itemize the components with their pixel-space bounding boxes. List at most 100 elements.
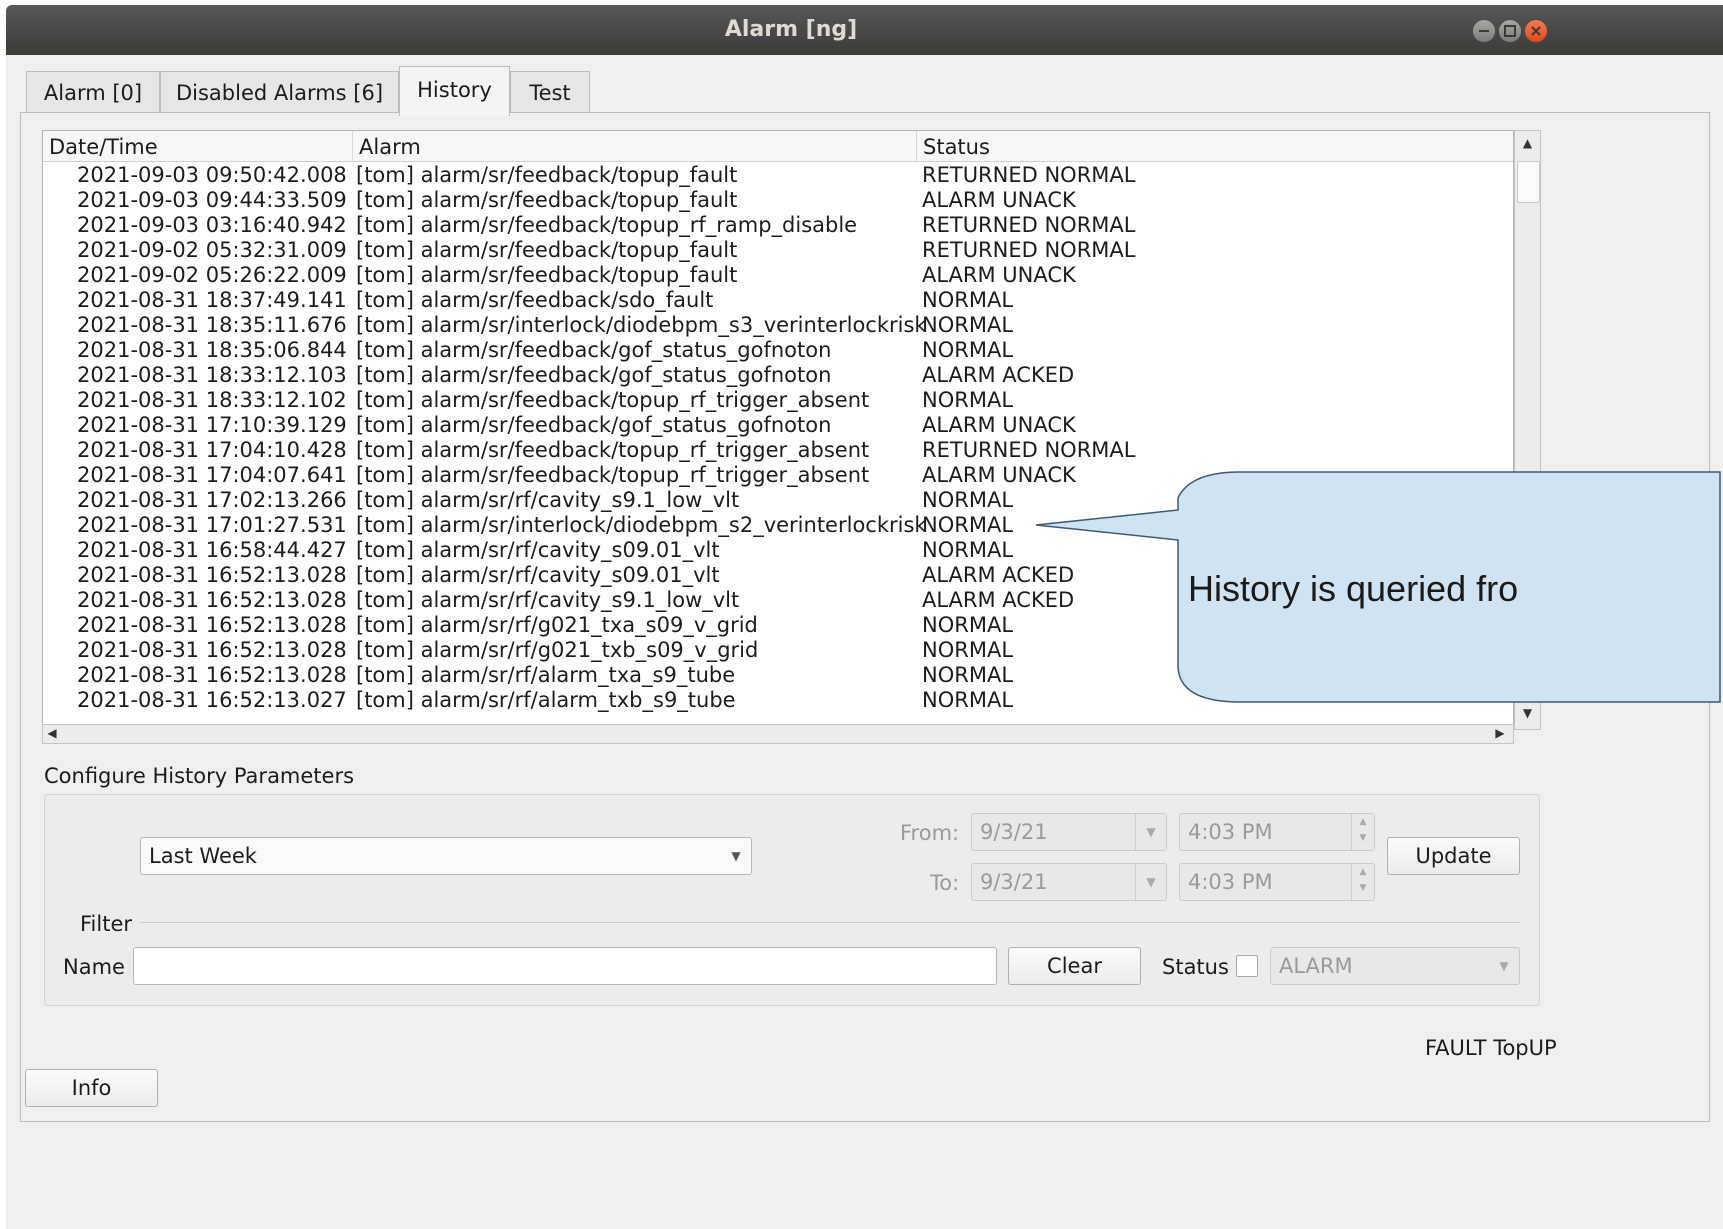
update-button[interactable]: Update — [1387, 837, 1520, 875]
cell-status: NORMAL — [922, 663, 1014, 687]
cell-alarm: [tom] alarm/sr/rf/cavity_s09.01_vlt — [356, 538, 720, 562]
spinner-icon[interactable]: ▲ ▼ — [1351, 814, 1374, 850]
from-label: From: — [900, 821, 960, 845]
cell-datetime: 2021-08-31 17:02:13.266 — [77, 488, 347, 512]
cell-datetime: 2021-08-31 17:10:39.129 — [77, 413, 347, 437]
cell-alarm: [tom] alarm/sr/rf/cavity_s9.1_low_vlt — [356, 488, 740, 512]
table-row[interactable]: 2021-09-03 09:50:42.008 [tom] alarm/sr/fe… — [43, 163, 1513, 188]
cell-alarm: [tom] alarm/sr/rf/g021_txa_s09_v_grid — [356, 613, 758, 637]
cell-alarm: [tom] alarm/sr/feedback/gof_status_gofno… — [356, 363, 832, 387]
cell-status: ALARM UNACK — [922, 413, 1076, 437]
cell-status: NORMAL — [922, 288, 1014, 312]
table-row[interactable]: 2021-08-31 18:37:49.141 [tom] alarm/sr/fe… — [43, 288, 1513, 313]
info-button[interactable]: Info — [25, 1069, 158, 1107]
status-label: Status — [1162, 955, 1229, 979]
maximize-icon[interactable] — [1498, 19, 1522, 43]
scroll-right-icon[interactable]: ▶ — [1491, 723, 1509, 743]
from-time-field[interactable]: 4:03 PM ▲ ▼ — [1179, 813, 1375, 851]
column-header-datetime[interactable]: Date/Time — [43, 131, 353, 161]
cell-alarm: [tom] alarm/sr/feedback/topup_fault — [356, 238, 738, 262]
config-group-title: Configure History Parameters — [44, 764, 355, 788]
table-row[interactable]: 2021-09-03 09:44:33.509 [tom] alarm/sr/fe… — [43, 188, 1513, 213]
close-icon[interactable] — [1524, 19, 1548, 43]
scrollbar-thumb[interactable] — [1517, 161, 1540, 203]
minimize-icon[interactable] — [1472, 19, 1496, 43]
cell-alarm: [tom] alarm/sr/feedback/topup_rf_trigger… — [356, 388, 870, 412]
from-time-value: 4:03 PM — [1188, 820, 1273, 844]
cell-datetime: 2021-08-31 16:52:13.027 — [77, 688, 347, 712]
scroll-left-icon[interactable]: ◀ — [43, 723, 61, 743]
table-row[interactable]: 2021-09-03 03:16:40.942 [tom] alarm/sr/fe… — [43, 213, 1513, 238]
cell-status: NORMAL — [922, 338, 1014, 362]
cell-status: NORMAL — [922, 688, 1014, 712]
cell-datetime: 2021-08-31 16:52:13.028 — [77, 588, 347, 612]
cell-datetime: 2021-08-31 18:35:11.676 — [77, 313, 347, 337]
column-header-status[interactable]: Status — [917, 131, 1513, 161]
filter-divider — [140, 922, 1520, 923]
cell-alarm: [tom] alarm/sr/rf/cavity_s9.1_low_vlt — [356, 588, 740, 612]
cell-status: RETURNED NORMAL — [922, 163, 1136, 187]
cell-status: NORMAL — [922, 313, 1014, 337]
cell-alarm: [tom] alarm/sr/rf/alarm_txa_s9_tube — [356, 663, 736, 687]
table-row[interactable]: 2021-08-31 18:33:12.102 [tom] alarm/sr/fe… — [43, 388, 1513, 413]
status-select[interactable]: ALARM ▼ — [1270, 947, 1520, 985]
cell-status: RETURNED NORMAL — [922, 438, 1136, 462]
name-label: Name — [63, 955, 125, 979]
cell-alarm: [tom] alarm/sr/feedback/gof_status_gofno… — [356, 413, 832, 437]
cell-datetime: 2021-08-31 16:52:13.028 — [77, 663, 347, 687]
to-time-field[interactable]: 4:03 PM ▲ ▼ — [1179, 863, 1375, 901]
tab-history[interactable]: History — [399, 66, 510, 116]
status-checkbox[interactable] — [1236, 955, 1258, 977]
cell-status: RETURNED NORMAL — [922, 238, 1136, 262]
table-row[interactable]: 2021-08-31 17:10:39.129 [tom] alarm/sr/fe… — [43, 413, 1513, 438]
cell-status: NORMAL — [922, 538, 1014, 562]
cell-status: RETURNED NORMAL — [922, 213, 1136, 237]
cell-alarm: [tom] alarm/sr/rf/cavity_s09.01_vlt — [356, 563, 720, 587]
cell-alarm: [tom] alarm/sr/feedback/sdo_fault — [356, 288, 714, 312]
tab-disabled-alarms[interactable]: Disabled Alarms [6] — [160, 71, 399, 113]
tab-alarm[interactable]: Alarm [0] — [26, 71, 160, 113]
cell-datetime: 2021-09-03 09:50:42.008 — [77, 163, 347, 187]
cell-datetime: 2021-08-31 17:04:07.641 — [77, 463, 347, 487]
cell-datetime: 2021-08-31 17:04:10.428 — [77, 438, 347, 462]
status-bar-text: FAULT TopUP — [1425, 1036, 1557, 1060]
table-row[interactable]: 2021-09-02 05:32:31.009 [tom] alarm/sr/fe… — [43, 238, 1513, 263]
clear-button[interactable]: Clear — [1008, 947, 1141, 985]
table-row[interactable]: 2021-08-31 17:04:10.428 [tom] alarm/sr/fe… — [43, 438, 1513, 463]
cell-alarm: [tom] alarm/sr/feedback/topup_rf_trigger… — [356, 438, 870, 462]
period-select[interactable]: Last Week ▼ — [140, 837, 752, 875]
table-row[interactable]: 2021-08-31 18:35:06.844 [tom] alarm/sr/fe… — [43, 338, 1513, 363]
cell-datetime: 2021-08-31 16:52:13.028 — [77, 638, 347, 662]
to-date-field[interactable]: 9/3/21 ▼ — [971, 863, 1167, 901]
cell-datetime: 2021-08-31 18:37:49.141 — [77, 288, 347, 312]
cell-datetime: 2021-08-31 18:33:12.103 — [77, 363, 347, 387]
to-label: To: — [930, 871, 960, 895]
cell-status: NORMAL — [922, 513, 1014, 537]
cell-datetime: 2021-08-31 16:52:13.028 — [77, 563, 347, 587]
cell-datetime: 2021-08-31 18:33:12.102 — [77, 388, 347, 412]
chevron-down-icon: ▼ — [1499, 959, 1509, 973]
table-row[interactable]: 2021-08-31 18:33:12.103 [tom] alarm/sr/fe… — [43, 363, 1513, 388]
cell-alarm: [tom] alarm/sr/feedback/topup_fault — [356, 188, 738, 212]
cell-alarm: [tom] alarm/sr/rf/g021_txb_s09_v_grid — [356, 638, 759, 662]
horizontal-scrollbar[interactable]: ◀ ▶ — [42, 724, 1514, 744]
chevron-down-icon: ▼ — [1135, 814, 1166, 850]
period-select-value: Last Week — [149, 844, 257, 868]
tab-test[interactable]: Test — [510, 71, 590, 113]
table-header: Date/Time Alarm Status — [43, 131, 1513, 162]
from-date-field[interactable]: 9/3/21 ▼ — [971, 813, 1167, 851]
spinner-icon[interactable]: ▲ ▼ — [1351, 864, 1374, 900]
scroll-up-icon[interactable]: ▲ — [1515, 133, 1540, 153]
column-header-alarm[interactable]: Alarm — [353, 131, 917, 161]
cell-status: NORMAL — [922, 638, 1014, 662]
cell-datetime: 2021-09-02 05:26:22.009 — [77, 263, 347, 287]
table-row[interactable]: 2021-09-02 05:26:22.009 [tom] alarm/sr/fe… — [43, 263, 1513, 288]
cell-datetime: 2021-08-31 17:01:27.531 — [77, 513, 347, 537]
name-filter-input[interactable] — [133, 947, 997, 985]
table-row[interactable]: 2021-08-31 18:35:11.676 [tom] alarm/sr/in… — [43, 313, 1513, 338]
cell-datetime: 2021-09-02 05:32:31.009 — [77, 238, 347, 262]
from-date-value: 9/3/21 — [980, 820, 1048, 844]
cell-alarm: [tom] alarm/sr/feedback/topup_fault — [356, 263, 738, 287]
title-bar[interactable]: Alarm [ng] — [6, 5, 1723, 55]
cell-alarm: [tom] alarm/sr/interlock/diodebpm_s2_ver… — [356, 513, 927, 537]
